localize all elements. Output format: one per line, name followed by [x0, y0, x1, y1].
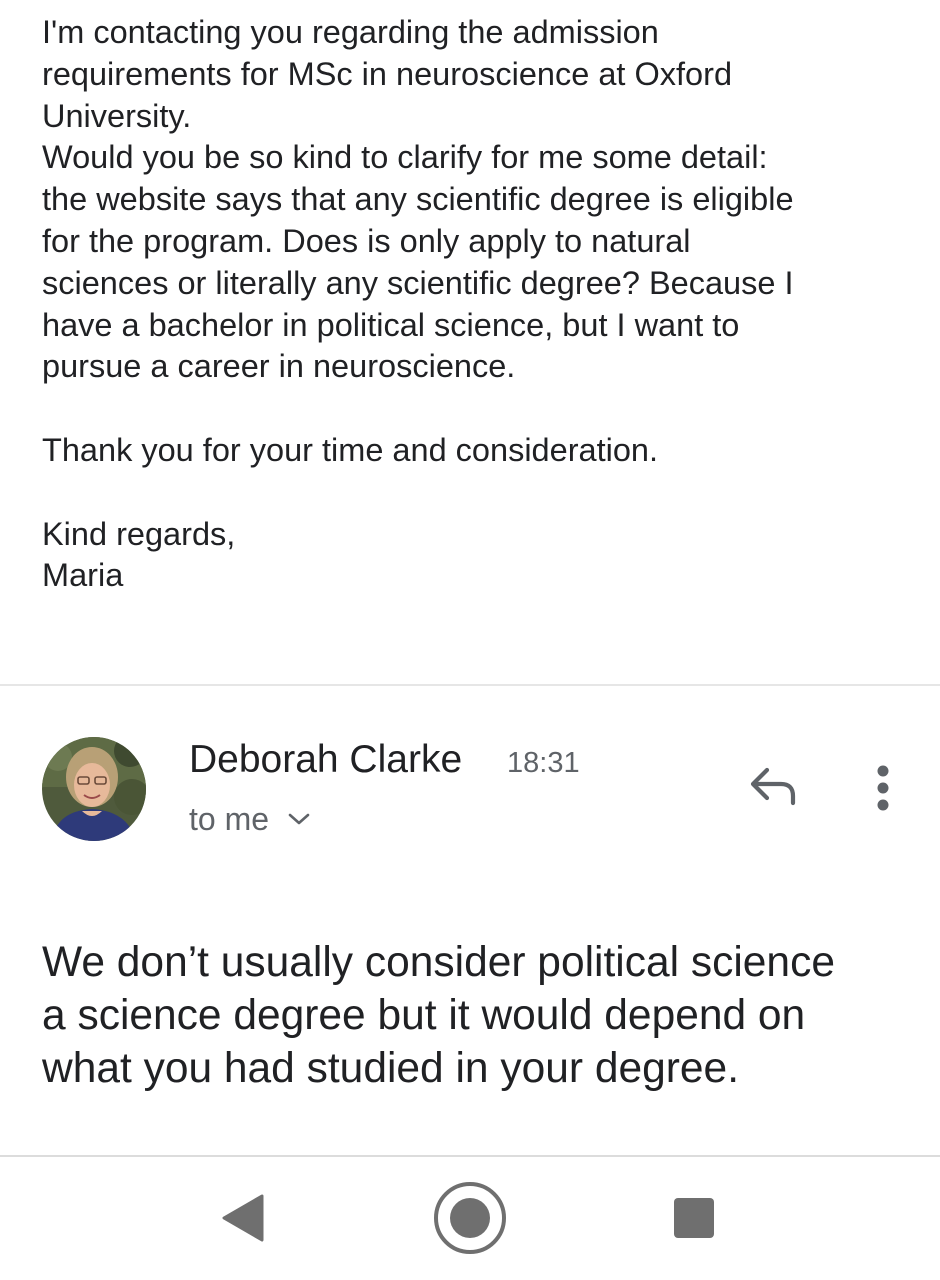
message-divider [0, 684, 940, 686]
message-line: University. [42, 97, 192, 134]
vertical-dots-icon [876, 765, 890, 816]
reply-line: what you had studied in your degree. [42, 1045, 739, 1092]
circle-home-icon [434, 1182, 506, 1254]
home-button[interactable] [432, 1180, 508, 1256]
previous-message-body: I'm contacting you regarding the admissi… [42, 12, 902, 597]
message-line: have a bachelor in political science, bu… [42, 306, 740, 343]
back-button[interactable] [218, 1192, 268, 1244]
message-line: Would you be so kind to clarify for me s… [42, 139, 768, 176]
reply-arrow-icon [747, 766, 799, 811]
message-line: sciences or literally any scientific deg… [42, 264, 794, 301]
triangle-back-icon [222, 1194, 264, 1242]
more-options-button[interactable] [862, 762, 904, 818]
message-line: I'm contacting you regarding the admissi… [42, 14, 659, 50]
chevron-down-icon [287, 811, 311, 827]
message-line: requirements for MSc in neuroscience at … [42, 55, 733, 92]
sender-name: Deborah Clarke [189, 738, 463, 781]
recipients-label: to me [189, 800, 270, 837]
square-recents-icon [674, 1198, 714, 1238]
recents-button[interactable] [670, 1194, 718, 1242]
message-line: pursue a career in neuroscience. [42, 348, 516, 385]
sender-avatar[interactable] [42, 737, 146, 841]
signoff-line: Kind regards, [42, 515, 236, 552]
reply-line: We don’t usually consider political scie… [42, 939, 835, 986]
signature-line: Maria [42, 557, 124, 594]
reply-line: a science degree but it would depend on [42, 992, 806, 1039]
reply-message-body: We don’t usually consider political scie… [42, 936, 922, 1095]
message-time: 18:31 [507, 747, 580, 779]
navigation-divider [0, 1155, 940, 1157]
closing-line: Thank you for your time and consideratio… [42, 431, 659, 468]
message-line: for the program. Does is only apply to n… [42, 222, 691, 259]
reply-button[interactable] [742, 762, 804, 814]
message-line: the website says that any scientific deg… [42, 181, 794, 218]
avatar-photo [42, 737, 146, 841]
recipients-toggle[interactable]: to me [189, 799, 311, 839]
